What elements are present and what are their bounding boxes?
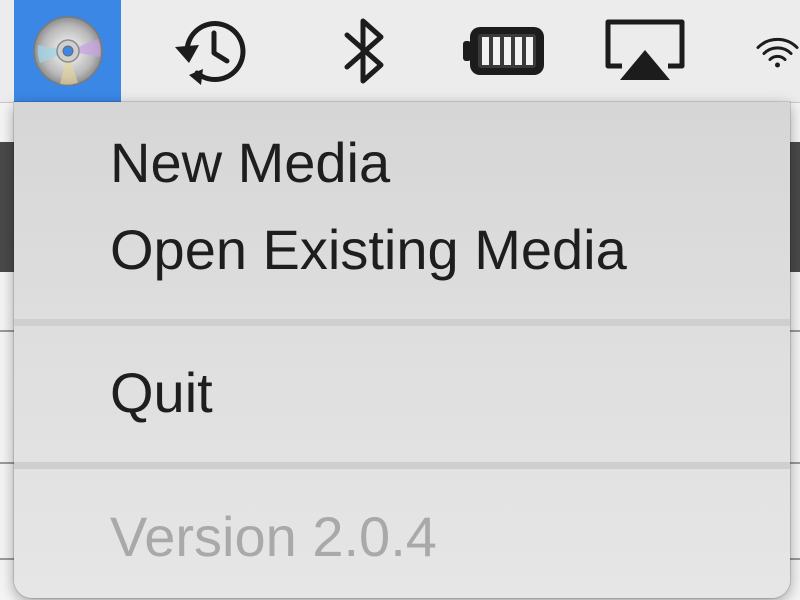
airplay-status-item[interactable] [595, 0, 695, 102]
bluetooth-status-item[interactable] [330, 0, 400, 102]
battery-icon [463, 27, 544, 75]
wifi-status-item[interactable] [725, 0, 800, 102]
menu-item-version: Version 2.0.4 [110, 505, 437, 568]
wifi-icon [756, 37, 799, 68]
menu-item-open-existing-media[interactable]: Open Existing Media [110, 218, 627, 282]
menu-item-new-media[interactable]: New Media [110, 131, 390, 195]
dvd-disc-icon [32, 16, 103, 86]
app-status-item[interactable] [14, 0, 121, 102]
menu-separator [14, 319, 790, 326]
battery-status-item[interactable] [455, 0, 555, 102]
time-machine-icon [175, 21, 246, 85]
status-item-menu: New Media Open Existing Media Quit Versi… [14, 102, 790, 598]
airplay-icon [605, 19, 685, 80]
bluetooth-icon [344, 18, 384, 84]
menu-bar [0, 0, 800, 103]
time-machine-status-item[interactable] [160, 0, 260, 102]
menu-item-quit[interactable]: Quit [110, 361, 213, 425]
menu-separator [14, 462, 790, 469]
